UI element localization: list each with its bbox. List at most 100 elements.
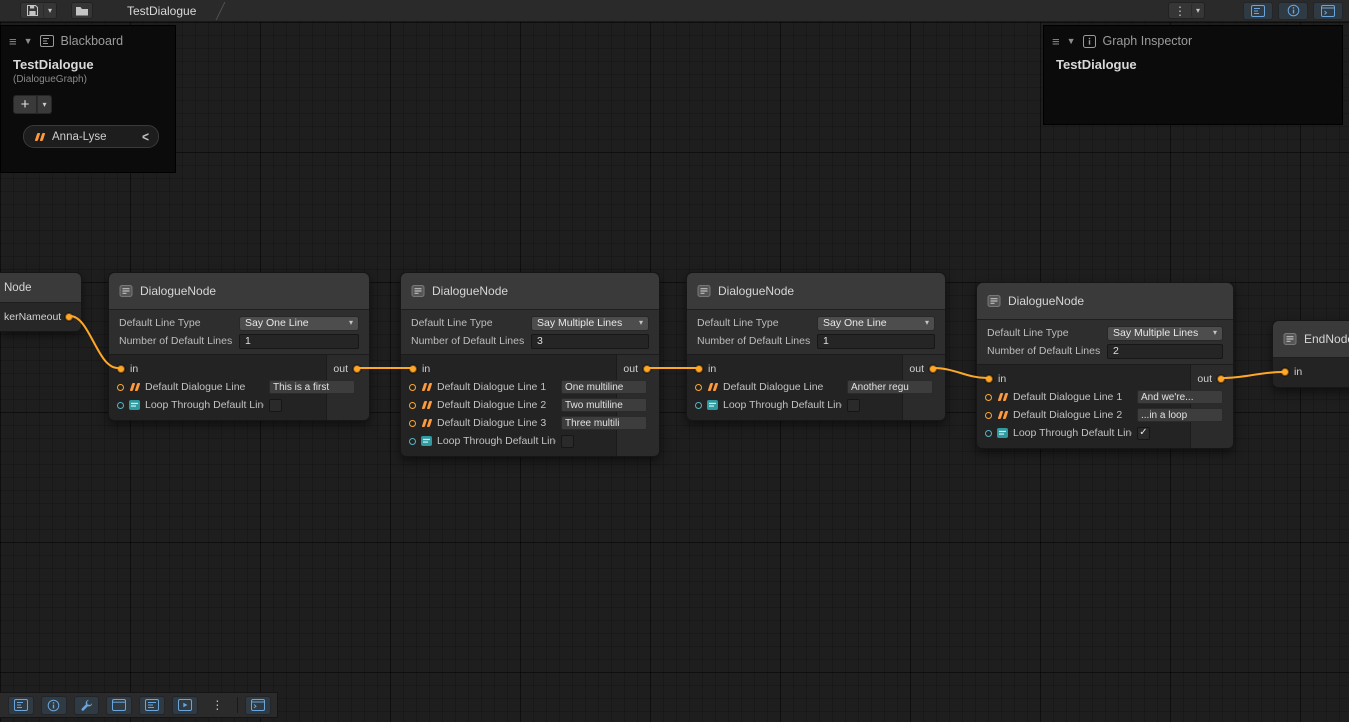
out-port[interactable] [353, 365, 361, 373]
line-text-field[interactable]: Another regu [847, 380, 933, 394]
more-options-button[interactable]: ⋮ [1169, 3, 1191, 18]
graph-inspector-header[interactable]: ≡ ▼ Graph Inspector [1044, 26, 1342, 51]
toggle-blackboard-button[interactable] [1243, 2, 1273, 20]
node-title-bar[interactable]: Node [0, 273, 81, 303]
node-title-bar[interactable]: DialogueNode [687, 273, 945, 310]
menu-icon[interactable]: ≡ [1052, 35, 1060, 48]
menu-icon[interactable]: ≡ [9, 35, 17, 48]
preview-icon [1321, 5, 1335, 17]
save-button[interactable] [21, 3, 43, 18]
asset-type: (DialogueGraph) [1, 72, 175, 87]
loop-checkbox[interactable] [269, 399, 282, 412]
foldout-icon[interactable]: ▼ [1067, 37, 1076, 46]
breadcrumb-title: TestDialogue [127, 4, 196, 18]
field-value: 1 [245, 335, 251, 347]
line-type-dropdown[interactable]: Say Multiple Lines ▾ [1107, 326, 1223, 341]
chevron-down-icon: ▾ [349, 319, 353, 327]
toggle-inspector-button[interactable] [41, 696, 67, 715]
number-of-lines-field[interactable]: 1 [239, 334, 359, 349]
number-of-lines-field[interactable]: 2 [1107, 344, 1223, 359]
breadcrumb-tab[interactable]: TestDialogue [117, 0, 202, 22]
end-node[interactable]: EndNode in [1272, 320, 1349, 388]
input-port-row: in [977, 370, 1233, 388]
line-text-field[interactable]: Three multili [561, 416, 647, 430]
string-port[interactable] [985, 412, 992, 419]
toggle-inspector-button[interactable] [1278, 2, 1308, 20]
line-text-field[interactable]: ...in a loop [1137, 408, 1223, 422]
line-text-field[interactable]: And we're... [1137, 390, 1223, 404]
line-text-field[interactable]: One multiline [561, 380, 647, 394]
loop-checkbox[interactable] [847, 399, 860, 412]
collapse-left-icon[interactable]: < [142, 128, 149, 144]
output-port-group: out [47, 311, 74, 323]
out-port[interactable] [1217, 375, 1225, 383]
string-port[interactable] [409, 420, 416, 427]
add-property-button[interactable]: + [13, 95, 37, 114]
node-title-bar[interactable]: DialogueNode [977, 283, 1233, 320]
speaker-node[interactable]: Node kerName out [0, 272, 82, 332]
line-type-dropdown[interactable]: Say One Line ▾ [817, 316, 935, 331]
dialogue-node-icon [987, 294, 1001, 308]
input-port-row: in [687, 360, 945, 378]
line-type-dropdown[interactable]: Say Multiple Lines ▾ [531, 316, 649, 331]
tools-button[interactable] [74, 696, 100, 715]
string-port[interactable] [985, 394, 992, 401]
port-label: out [333, 363, 348, 375]
loop-checkbox[interactable] [561, 435, 574, 448]
string-port[interactable] [409, 402, 416, 409]
bool-port[interactable] [117, 402, 124, 409]
loop-checkbox[interactable]: ✓ [1137, 427, 1150, 440]
port-label: out [623, 363, 638, 375]
line-text-field[interactable]: Two multiline [561, 398, 647, 412]
toggle-blackboard-button[interactable] [8, 696, 34, 715]
board-button[interactable] [139, 696, 165, 715]
save-dropdown-button[interactable]: ▾ [43, 3, 56, 18]
bool-port[interactable] [409, 438, 416, 445]
chevron-down-icon: ▾ [1196, 7, 1200, 15]
window-button[interactable] [106, 696, 132, 715]
number-of-lines-field[interactable]: 3 [531, 334, 649, 349]
icon-slot [421, 419, 432, 427]
dialogue-line-row: Default Dialogue Line 1 And we're... [977, 388, 1233, 406]
out-port[interactable] [929, 365, 937, 373]
foldout-icon[interactable]: ▼ [24, 37, 33, 46]
node-title-bar[interactable]: DialogueNode [109, 273, 369, 310]
node-title-bar[interactable]: DialogueNode [401, 273, 659, 310]
add-property-dropdown[interactable]: ▾ [37, 95, 52, 114]
in-port[interactable] [409, 365, 417, 373]
node-title-bar[interactable]: EndNode [1273, 321, 1349, 358]
dialogue-node[interactable]: DialogueNode Default Line Type Say One L… [686, 272, 946, 421]
options-group: ⋮ ▾ [1168, 2, 1205, 19]
blackboard-item[interactable]: Anna-Lyse < [23, 125, 159, 148]
out-port[interactable] [65, 313, 73, 321]
toggle-preview-button[interactable] [1313, 2, 1343, 20]
in-port[interactable] [985, 375, 993, 383]
in-port[interactable] [695, 365, 703, 373]
number-of-lines-field[interactable]: 1 [817, 334, 935, 349]
more-options-dropdown[interactable]: ▾ [1191, 3, 1204, 18]
out-port[interactable] [643, 365, 651, 373]
port-label: kerName [4, 311, 47, 323]
in-port[interactable] [117, 365, 125, 373]
dialogue-node[interactable]: DialogueNode Default Line Type Say Multi… [976, 282, 1234, 449]
in-port[interactable] [1281, 368, 1289, 376]
quote-icon [422, 383, 431, 391]
string-port[interactable] [695, 384, 702, 391]
blackboard-header[interactable]: ≡ ▼ Blackboard [1, 26, 175, 51]
panel-title: Blackboard [61, 34, 124, 48]
string-port[interactable] [117, 384, 124, 391]
dialogue-node[interactable]: DialogueNode Default Line Type Say Multi… [400, 272, 660, 457]
line-text-field[interactable]: This is a first [269, 380, 355, 394]
dialogue-node[interactable]: DialogueNode Default Line Type Say One L… [108, 272, 370, 421]
preview-button[interactable] [172, 696, 198, 715]
string-port[interactable] [409, 384, 416, 391]
open-asset-button[interactable] [71, 2, 93, 19]
line-type-dropdown[interactable]: Say One Line ▾ [239, 316, 359, 331]
node-title: DialogueNode [140, 284, 216, 298]
chevron-down-icon: ▾ [639, 319, 643, 327]
console-button[interactable] [245, 696, 271, 715]
dropdown-value: Say Multiple Lines [537, 317, 622, 329]
more-button[interactable]: ⋮ [205, 696, 231, 715]
bool-port[interactable] [695, 402, 702, 409]
bool-port[interactable] [985, 430, 992, 437]
